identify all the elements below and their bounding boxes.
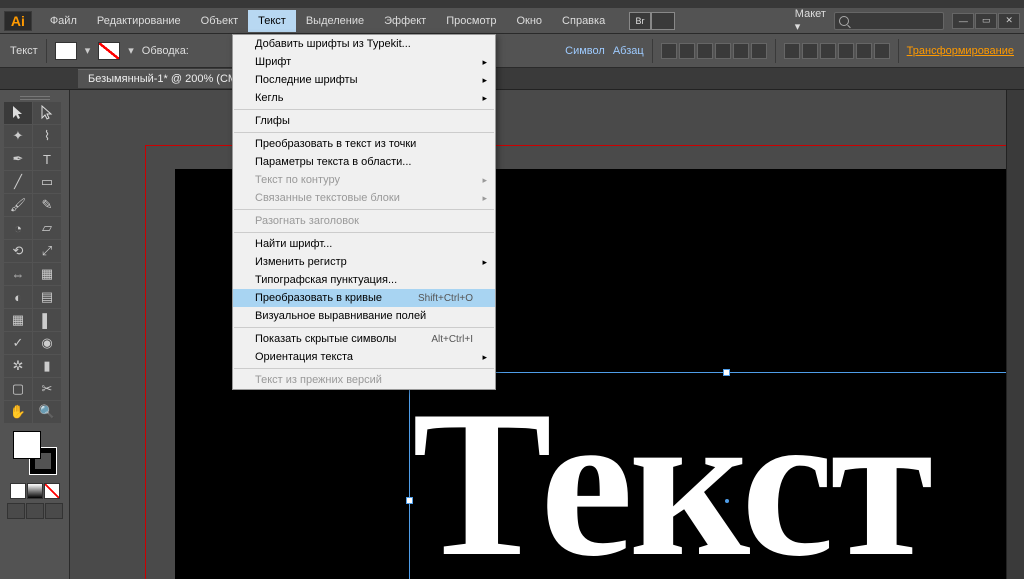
pencil-tool[interactable]: ✎ bbox=[33, 194, 61, 216]
menu-separator bbox=[234, 132, 494, 133]
menu-объект[interactable]: Объект bbox=[191, 10, 248, 32]
artboard-tool[interactable]: ▢ bbox=[4, 378, 32, 400]
menu-item-параметры-текста-в-области-[interactable]: Параметры текста в области... bbox=[233, 153, 495, 171]
document-tab-bar: Безымянный-1* @ 200% (CMYK/П bbox=[0, 68, 1024, 90]
perspective-tool[interactable]: ▤ bbox=[33, 286, 61, 308]
tool-label: Текст bbox=[10, 45, 38, 57]
workspace: ✦ ⌇ ✒ T ╱ ▭ 🖌 ✎ ◔ ▱ ⟲ ⤢ ⇔ ▦ ◐ ▤ ▦ ▌ ✓ ◉ … bbox=[0, 90, 1024, 579]
magic-wand-tool[interactable]: ✦ bbox=[4, 125, 32, 147]
eraser-tool[interactable]: ▱ bbox=[33, 217, 61, 239]
window-maximize[interactable]: ▭ bbox=[975, 13, 997, 29]
menu-эффект[interactable]: Эффект bbox=[374, 10, 436, 32]
slice-tool[interactable]: ✂ bbox=[33, 378, 61, 400]
handle-top-center[interactable] bbox=[723, 369, 730, 376]
eyedropper-tool[interactable]: ✓ bbox=[4, 332, 32, 354]
fill-stroke-swatch[interactable] bbox=[13, 431, 57, 475]
paragraph-link[interactable]: Абзац bbox=[613, 45, 644, 57]
menu-текст[interactable]: Текст bbox=[248, 10, 296, 32]
color-mode-row[interactable] bbox=[10, 483, 60, 499]
object-align-buttons[interactable] bbox=[784, 43, 890, 59]
type-tool[interactable]: T bbox=[33, 148, 61, 170]
menu-bar: Ai ФайлРедактированиеОбъектТекстВыделени… bbox=[0, 8, 1024, 34]
menu-файл[interactable]: Файл bbox=[40, 10, 87, 32]
panel-grip[interactable] bbox=[4, 94, 65, 102]
column-graph-tool[interactable]: ▮ bbox=[33, 355, 61, 377]
menu-окно[interactable]: Окно bbox=[506, 10, 552, 32]
menu-separator bbox=[234, 209, 494, 210]
direct-selection-tool[interactable] bbox=[33, 102, 61, 124]
width-tool[interactable]: ⇔ bbox=[4, 263, 32, 285]
selection-center-icon bbox=[725, 499, 729, 503]
blend-tool[interactable]: ◉ bbox=[33, 332, 61, 354]
hand-tool[interactable]: ✋ bbox=[4, 401, 32, 423]
line-tool[interactable]: ╱ bbox=[4, 171, 32, 193]
menu-item-разогнать-заголовок: Разогнать заголовок bbox=[233, 212, 495, 230]
type-menu-dropdown: Добавить шрифты из Typekit...ШрифтПослед… bbox=[232, 34, 496, 390]
menu-item-последние-шрифты[interactable]: Последние шрифты bbox=[233, 71, 495, 89]
scale-tool[interactable]: ⤢ bbox=[33, 240, 61, 262]
menu-item-найти-шрифт-[interactable]: Найти шрифт... bbox=[233, 235, 495, 253]
bridge-button[interactable]: Br bbox=[629, 12, 651, 30]
character-link[interactable]: Символ bbox=[565, 45, 605, 57]
menu-item-типографская-пунктуация-[interactable]: Типографская пунктуация... bbox=[233, 271, 495, 289]
menu-item-ориентация-текста[interactable]: Ориентация текста bbox=[233, 348, 495, 366]
menu-item-преобразовать-в-текст-из-точки[interactable]: Преобразовать в текст из точки bbox=[233, 135, 495, 153]
rectangle-tool[interactable]: ▭ bbox=[33, 171, 61, 193]
shape-builder-tool[interactable]: ◐ bbox=[4, 286, 32, 308]
gradient-tool[interactable]: ▌ bbox=[33, 309, 61, 331]
menu-item-изменить-регистр[interactable]: Изменить регистр bbox=[233, 253, 495, 271]
free-transform-tool[interactable]: ▦ bbox=[33, 263, 61, 285]
menu-item-шрифт[interactable]: Шрифт bbox=[233, 53, 495, 71]
paragraph-align-buttons[interactable] bbox=[661, 43, 767, 59]
menu-item-глифы[interactable]: Глифы bbox=[233, 112, 495, 130]
handle-middle-left[interactable] bbox=[406, 497, 413, 504]
pen-tool[interactable]: ✒ bbox=[4, 148, 32, 170]
menu-item-визуальное-выравнивание-полей[interactable]: Визуальное выравнивание полей bbox=[233, 307, 495, 325]
menu-item-преобразовать-в-кривые[interactable]: Преобразовать в кривыеShift+Ctrl+O bbox=[233, 289, 495, 307]
zoom-tool[interactable]: 🔍 bbox=[33, 401, 61, 423]
rotate-tool[interactable]: ⟲ bbox=[4, 240, 32, 262]
menu-item-текст-по-контуру: Текст по контуру bbox=[233, 171, 495, 189]
stroke-label: Обводка: bbox=[142, 45, 189, 57]
tools-panel: ✦ ⌇ ✒ T ╱ ▭ 🖌 ✎ ◔ ▱ ⟲ ⤢ ⇔ ▦ ◐ ▤ ▦ ▌ ✓ ◉ … bbox=[0, 90, 70, 579]
menu-separator bbox=[234, 368, 494, 369]
app-logo: Ai bbox=[4, 11, 32, 31]
menu-справка[interactable]: Справка bbox=[552, 10, 615, 32]
menu-item-кегль[interactable]: Кегль bbox=[233, 89, 495, 107]
search-input[interactable] bbox=[834, 12, 943, 30]
menu-выделение[interactable]: Выделение bbox=[296, 10, 374, 32]
search-icon bbox=[839, 16, 849, 26]
selection-tool[interactable] bbox=[4, 102, 32, 124]
paintbrush-tool[interactable]: 🖌 bbox=[4, 194, 32, 216]
mesh-tool[interactable]: ▦ bbox=[4, 309, 32, 331]
fill-swatch[interactable] bbox=[55, 42, 77, 60]
arrange-docs-button[interactable] bbox=[651, 12, 675, 30]
screen-mode-row[interactable] bbox=[7, 503, 63, 519]
transform-link[interactable]: Трансформирование bbox=[907, 45, 1014, 57]
stroke-swatch[interactable] bbox=[98, 42, 120, 60]
selection-bounding-box[interactable] bbox=[409, 372, 1024, 579]
menu-item-связанные-текстовые-блоки: Связанные текстовые блоки bbox=[233, 189, 495, 207]
control-bar: Текст ▾ ▾ Обводка: Символ Абзац Трансфор… bbox=[0, 34, 1024, 68]
blob-brush-tool[interactable]: ◔ bbox=[4, 217, 32, 239]
menu-item-добавить-шрифты-из-typekit-[interactable]: Добавить шрифты из Typekit... bbox=[233, 35, 495, 53]
window-close[interactable]: ✕ bbox=[998, 13, 1020, 29]
right-panels-collapsed[interactable] bbox=[1006, 90, 1024, 579]
canvas-area[interactable]: Текст bbox=[70, 90, 1024, 579]
menu-separator bbox=[234, 232, 494, 233]
window-minimize[interactable]: — bbox=[952, 13, 974, 29]
menu-item-показать-скрытые-символы[interactable]: Показать скрытые символыAlt+Ctrl+I bbox=[233, 330, 495, 348]
lasso-tool[interactable]: ⌇ bbox=[33, 125, 61, 147]
menu-separator bbox=[234, 109, 494, 110]
menu-просмотр[interactable]: Просмотр bbox=[436, 10, 506, 32]
workspace-label[interactable]: Макет ▾ bbox=[795, 8, 834, 33]
menu-item-текст-из-прежних-версий: Текст из прежних версий bbox=[233, 371, 495, 389]
menu-редактирование[interactable]: Редактирование bbox=[87, 10, 191, 32]
menu-separator bbox=[234, 327, 494, 328]
symbol-sprayer-tool[interactable]: ✲ bbox=[4, 355, 32, 377]
title-bar bbox=[0, 0, 1024, 8]
